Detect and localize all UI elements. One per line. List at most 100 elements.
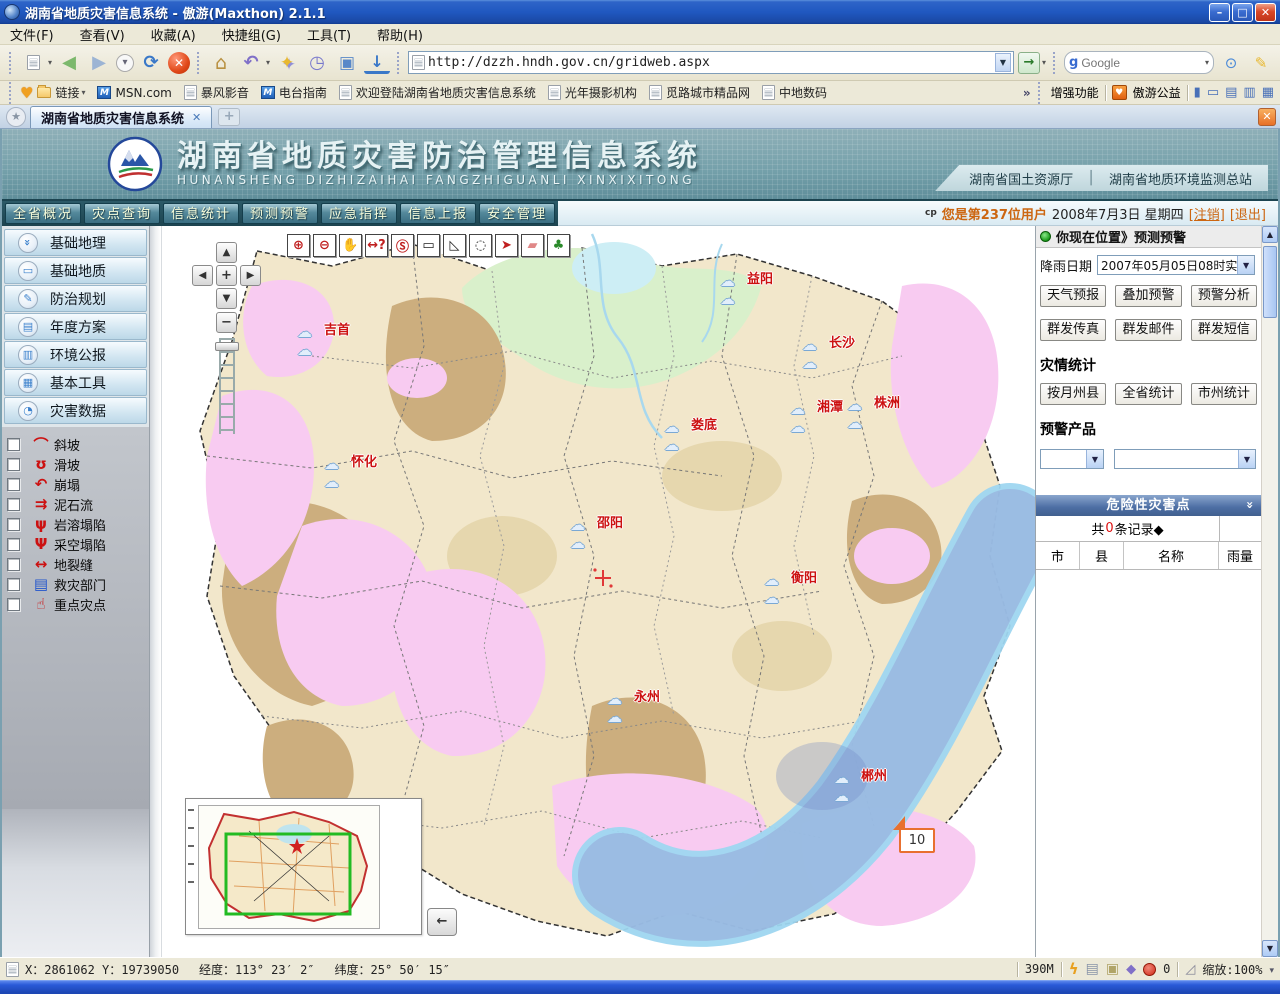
tab-active[interactable]: 湖南省地质灾害信息系统 bbox=[30, 106, 212, 128]
send-button[interactable]: 群发邮件 bbox=[1115, 319, 1181, 341]
zoom-in-icon[interactable] bbox=[216, 265, 237, 286]
sidebar-section-button[interactable]: ▤年度方案 bbox=[4, 313, 147, 340]
link-dropdown-icon[interactable]: ▾ bbox=[81, 88, 85, 97]
link-item[interactable]: 中地数码 bbox=[762, 84, 827, 101]
pan-left-icon[interactable] bbox=[192, 265, 213, 286]
maxthon-charity-icon[interactable] bbox=[1112, 85, 1127, 100]
home-icon[interactable] bbox=[208, 50, 234, 76]
close-all-tabs-icon[interactable] bbox=[1258, 108, 1276, 126]
tools-icon[interactable]: ▦ bbox=[1262, 85, 1274, 100]
overview-map[interactable] bbox=[198, 805, 380, 929]
resize-icon[interactable] bbox=[1185, 962, 1195, 977]
window-icon[interactable]: ▭ bbox=[1207, 85, 1219, 100]
search-icon[interactable] bbox=[1218, 50, 1244, 76]
menu-item[interactable]: 快捷组(G) bbox=[222, 25, 281, 44]
menu-item[interactable]: 查看(V) bbox=[80, 25, 125, 44]
layer-checkbox[interactable] bbox=[7, 558, 20, 571]
circle-select-tool-icon[interactable]: ◌ bbox=[469, 234, 492, 257]
favorites-star-icon[interactable] bbox=[6, 107, 26, 127]
printer-icon[interactable] bbox=[1086, 961, 1099, 977]
rain-date-select[interactable]: 2007年05月05日08时实况 bbox=[1097, 255, 1255, 275]
layer-checkbox[interactable] bbox=[7, 538, 20, 551]
layer-checkbox[interactable] bbox=[7, 458, 20, 471]
pan-up-icon[interactable] bbox=[216, 242, 237, 263]
org-link-2[interactable]: 湖南省地质环境监测总站 bbox=[1109, 169, 1252, 188]
new-window-icon[interactable] bbox=[1106, 961, 1119, 977]
layer-checkbox[interactable] bbox=[7, 478, 20, 491]
product-select-1[interactable] bbox=[1040, 449, 1104, 469]
scale-tool-icon[interactable]: Ⓢ bbox=[391, 234, 414, 257]
pan-right-icon[interactable] bbox=[240, 265, 261, 286]
link-item[interactable]: 暴风影音 bbox=[184, 84, 249, 101]
nav-tab-应急指挥[interactable]: 应急指挥 bbox=[321, 203, 397, 224]
history-clock-icon[interactable] bbox=[304, 50, 330, 76]
sidebar-section-button[interactable]: ✎防治规划 bbox=[4, 285, 147, 312]
pan-down-icon[interactable] bbox=[216, 288, 237, 309]
panel-splitter[interactable] bbox=[150, 226, 162, 957]
org-link-1[interactable]: 湖南省国土资源厅 bbox=[969, 169, 1073, 188]
new-page-dropdown-icon[interactable]: ▾ bbox=[48, 58, 52, 67]
windows-taskbar[interactable] bbox=[0, 980, 1280, 994]
link-item[interactable]: 链接▾ bbox=[37, 84, 85, 101]
zoom-in-tool-icon[interactable]: ⊕ bbox=[287, 234, 310, 257]
close-button[interactable] bbox=[1255, 3, 1276, 22]
measure-tool-icon[interactable]: ↔? bbox=[365, 234, 388, 257]
nav-tab-信息上报[interactable]: 信息上报 bbox=[400, 203, 476, 224]
zoom-slider-handle[interactable] bbox=[215, 342, 239, 351]
forecast-button[interactable]: 预警分析 bbox=[1191, 285, 1257, 307]
link-item[interactable]: 光年摄影机构 bbox=[548, 84, 637, 101]
layer-checkbox[interactable] bbox=[7, 598, 20, 611]
vertical-scrollbar[interactable] bbox=[1261, 226, 1278, 957]
undo-icon[interactable] bbox=[238, 50, 264, 76]
link-item[interactable]: 觅路城市精品网 bbox=[649, 84, 750, 101]
stop-icon[interactable] bbox=[168, 52, 190, 74]
nav-tab-信息统计[interactable]: 信息统计 bbox=[163, 203, 239, 224]
overview-collapse-icon[interactable] bbox=[427, 908, 457, 936]
zoom-out-tool-icon[interactable]: ⊖ bbox=[313, 234, 336, 257]
zoom-level[interactable]: 缩放:100% bbox=[1202, 961, 1262, 978]
back-icon[interactable] bbox=[56, 50, 82, 76]
full-extent-tool-icon[interactable]: ♣ bbox=[547, 234, 570, 257]
highlight-icon[interactable] bbox=[1248, 50, 1274, 76]
new-tab-button[interactable] bbox=[218, 108, 240, 126]
magic-fill-icon[interactable] bbox=[274, 50, 300, 76]
send-button[interactable]: 群发短信 bbox=[1191, 319, 1257, 341]
map-viewport[interactable]: ⊕⊖✋↔?Ⓢ▭◺◌➤▰♣ ☁☁吉首☁☁益阳☁☁长沙☁☁湘潭☁☁株洲☁☁娄底☁☁怀… bbox=[162, 226, 1035, 957]
minimize-button[interactable] bbox=[1209, 3, 1230, 22]
favorites-heart-icon[interactable] bbox=[20, 84, 33, 102]
nav-tab-灾点查询[interactable]: 灾点查询 bbox=[84, 203, 160, 224]
scroll-up-icon[interactable] bbox=[1262, 226, 1278, 243]
nav-tab-全省概况[interactable]: 全省概况 bbox=[5, 203, 81, 224]
charity-label[interactable]: 傲游公益 bbox=[1133, 84, 1181, 101]
links-overflow-icon[interactable]: » bbox=[1023, 86, 1031, 100]
search-input[interactable] bbox=[1081, 56, 1204, 70]
undo-dropdown-icon[interactable]: ▾ bbox=[266, 58, 270, 67]
boost-icon[interactable] bbox=[1069, 960, 1079, 978]
rect-select-tool-icon[interactable]: ▭ bbox=[417, 234, 440, 257]
scroll-down-icon[interactable] bbox=[1262, 940, 1278, 957]
new-page-icon[interactable] bbox=[20, 50, 46, 76]
exit-link[interactable]: [退出] bbox=[1230, 204, 1266, 223]
forecast-button[interactable]: 叠加预警 bbox=[1115, 285, 1181, 307]
layer-checkbox[interactable] bbox=[7, 498, 20, 511]
forward-icon[interactable] bbox=[86, 50, 112, 76]
search-engine-dropdown-icon[interactable]: ▾ bbox=[1205, 58, 1209, 67]
dropdown-arrow-icon[interactable] bbox=[1237, 256, 1254, 274]
plugin-icon[interactable] bbox=[1126, 962, 1136, 977]
layer-checkbox[interactable] bbox=[7, 518, 20, 531]
download-icon[interactable] bbox=[364, 52, 390, 74]
link-item[interactable]: MMSN.com bbox=[97, 86, 171, 100]
history-dropdown-icon[interactable] bbox=[116, 54, 134, 72]
address-input[interactable] bbox=[428, 55, 992, 70]
send-button[interactable]: 群发传真 bbox=[1040, 319, 1106, 341]
sidebar-section-button[interactable]: ▥环境公报 bbox=[4, 341, 147, 368]
dropdown-arrow-icon[interactable] bbox=[1086, 450, 1103, 468]
forecast-button[interactable]: 天气预报 bbox=[1040, 285, 1106, 307]
go-button[interactable] bbox=[1018, 52, 1040, 74]
polygon-select-tool-icon[interactable]: ◺ bbox=[443, 234, 466, 257]
collapse-chevron-icon[interactable]: » bbox=[1239, 501, 1260, 510]
layer-checkbox[interactable] bbox=[7, 578, 20, 591]
scrollbar-track[interactable] bbox=[1262, 321, 1278, 940]
link-item[interactable]: M电台指南 bbox=[261, 84, 327, 101]
stats-button[interactable]: 市州统计 bbox=[1191, 383, 1257, 405]
